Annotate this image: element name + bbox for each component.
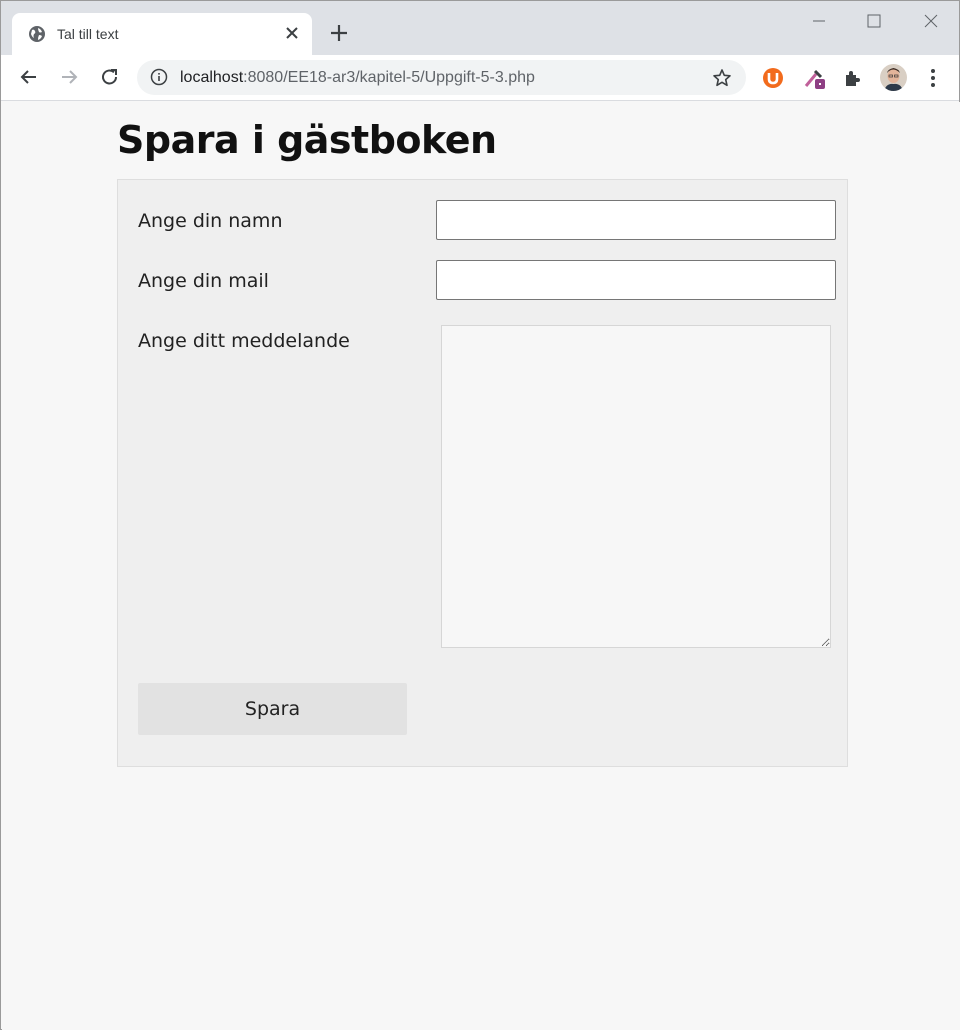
message-textarea[interactable]	[441, 325, 831, 648]
minimize-icon[interactable]	[807, 9, 831, 33]
u-extension-icon[interactable]	[761, 66, 785, 90]
mail-input[interactable]	[436, 260, 836, 300]
address-bar[interactable]: localhost:8080/EE18-ar3/kapitel-5/Uppgif…	[137, 60, 746, 95]
maximize-icon[interactable]	[862, 9, 886, 33]
bookmark-star-icon[interactable]	[712, 68, 732, 88]
tab-title: Tal till text	[57, 26, 119, 42]
url-host: localhost	[180, 69, 244, 86]
extensions-puzzle-icon[interactable]	[841, 66, 865, 90]
browser-window: Tal till text localhost:8080/EE18-ar3/ka…	[0, 0, 960, 1030]
forward-arrow-icon[interactable]	[56, 64, 82, 90]
message-label: Ange ditt meddelande	[138, 330, 350, 352]
new-tab-icon[interactable]	[327, 21, 351, 45]
profile-avatar[interactable]	[880, 64, 907, 91]
back-arrow-icon[interactable]	[16, 64, 42, 90]
mail-label: Ange din mail	[138, 270, 269, 292]
reload-icon[interactable]	[97, 64, 123, 90]
more-menu-icon[interactable]	[921, 66, 945, 90]
guestbook-form: Ange din namn Ange din mail Ange ditt me…	[117, 179, 848, 767]
name-label: Ange din namn	[138, 210, 283, 232]
window-close-icon[interactable]	[919, 9, 943, 33]
name-input[interactable]	[436, 200, 836, 240]
page-content: Spara i gästboken Ange din namn Ange din…	[2, 102, 960, 1030]
url-text: localhost:8080/EE18-ar3/kapitel-5/Uppgif…	[180, 68, 535, 87]
save-button[interactable]: Spara	[138, 683, 407, 735]
info-icon[interactable]	[150, 68, 168, 86]
url-path: :8080/EE18-ar3/kapitel-5/Uppgift-5-3.php	[243, 69, 535, 86]
tab-strip: Tal till text	[1, 1, 959, 55]
browser-toolbar: localhost:8080/EE18-ar3/kapitel-5/Uppgif…	[1, 55, 959, 101]
color-picker-extension-icon[interactable]	[802, 66, 826, 90]
globe-icon	[29, 26, 45, 42]
close-tab-icon[interactable]	[283, 24, 301, 42]
page-title: Spara i gästboken	[117, 118, 497, 162]
profile-photo-icon	[880, 64, 907, 91]
browser-tab[interactable]: Tal till text	[12, 13, 312, 55]
